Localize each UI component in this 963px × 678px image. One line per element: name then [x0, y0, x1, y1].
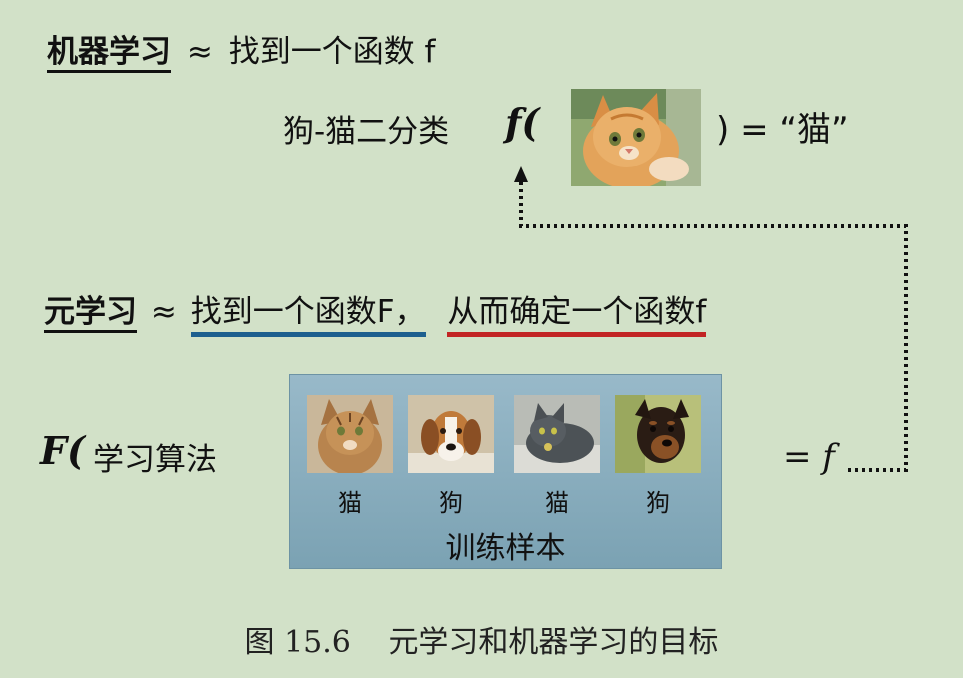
equals-f: = f — [783, 437, 835, 477]
cat-gray-photo — [514, 395, 600, 473]
meta-part-find-F: 找到一个函数F， — [190, 294, 426, 337]
sample-label: 猫 — [545, 489, 569, 517]
figure-caption: 图 15.6 元学习和机器学习的目标 — [0, 617, 963, 661]
dog-black-photo — [615, 395, 701, 473]
figure-caption-text: 元学习和机器学习的目标 — [388, 625, 719, 660]
dotted-connector — [514, 166, 908, 472]
figure-number: 图 15.6 — [244, 625, 351, 660]
training-samples-title: 训练样本 — [445, 531, 566, 566]
learning-algorithm-label: 学习算法 — [93, 442, 217, 478]
cat-tabby-photo — [307, 395, 393, 473]
approx-sign: ≈ — [150, 294, 177, 330]
dog-beagle-photo — [408, 395, 494, 473]
sample-label: 狗 — [439, 489, 463, 517]
meta-term: 元学习 — [44, 294, 137, 333]
meta-part-determine-f: 从而确定一个函数f — [447, 294, 707, 337]
training-samples-box: 猫 狗 猫 狗 训练样本 — [289, 374, 722, 569]
meta-learning-definition: 元学习 ≈ 找到一个函数F， 从而确定一个函数f — [44, 286, 707, 337]
sample-label: 猫 — [338, 489, 362, 517]
sample-label: 狗 — [646, 489, 670, 517]
arrow-head — [514, 166, 528, 182]
F-open-paren: F( — [40, 428, 85, 473]
